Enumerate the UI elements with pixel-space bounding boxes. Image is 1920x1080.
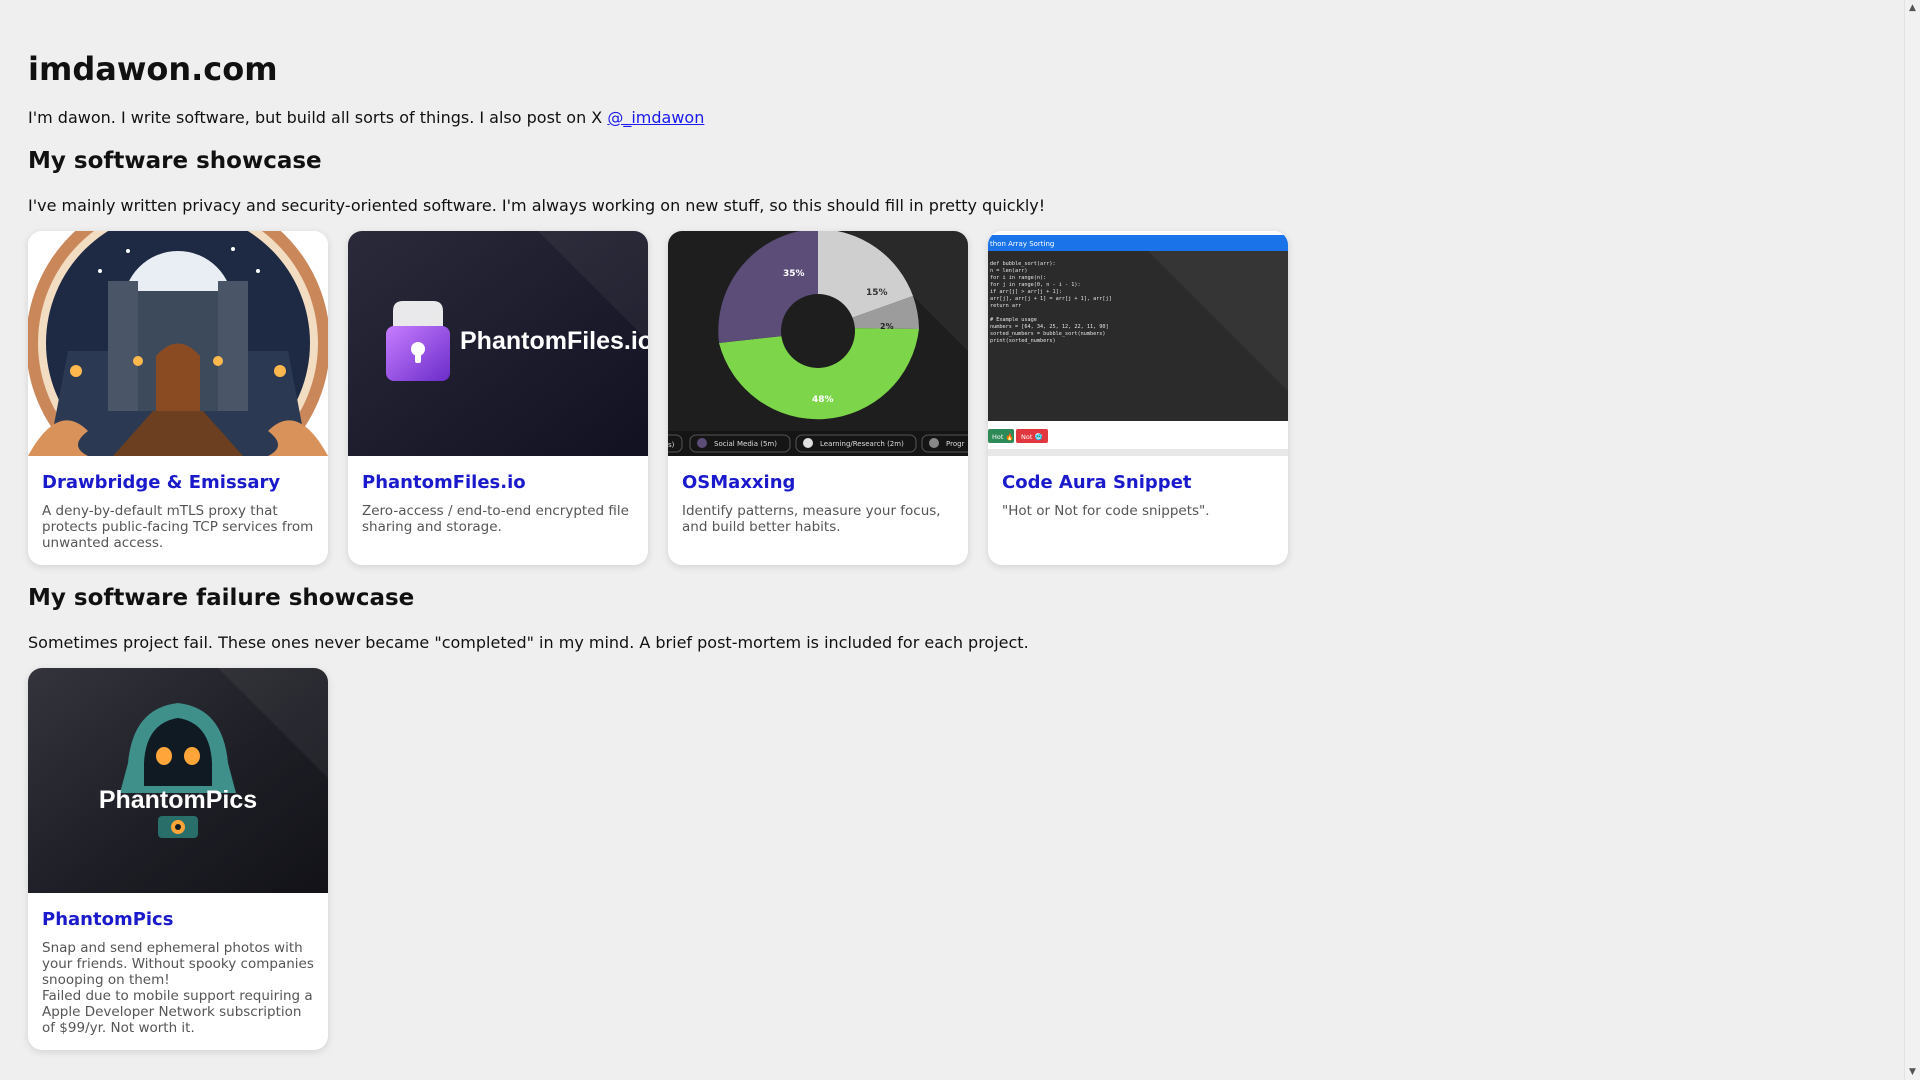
code-line: n = len(arr) (990, 268, 1027, 274)
code-line: if arr[j] > arr[j + 1]: (990, 289, 1062, 295)
chart-label-35: 35% (783, 269, 805, 279)
scroll-down-arrow-icon[interactable]: ▼ (1905, 1064, 1920, 1080)
intro-paragraph: I'm dawon. I write software, but build a… (28, 108, 704, 127)
project-description: Identify patterns, measure your focus, a… (682, 503, 941, 535)
chart-label-15: 15% (866, 288, 888, 298)
code-line: arr[j], arr[j + 1] = arr[j + 1], arr[j] (990, 296, 1112, 302)
code-line: print(sorted_numbers) (990, 338, 1056, 344)
code-line: for i in range(n): (990, 275, 1046, 281)
showcase-description: I've mainly written privacy and security… (28, 196, 1046, 215)
legend-item-2: Learning/Research (2m) (820, 440, 904, 448)
not-button-label: Not 🥶 (1021, 432, 1043, 441)
vertical-scrollbar[interactable]: ▲ ▼ (1904, 0, 1920, 1080)
project-description: "Hot or Not for code snippets". (1002, 503, 1210, 519)
project-description: Zero-access / end-to-end encrypted file … (362, 503, 629, 535)
legend-item-1: Social Media (5m) (714, 440, 777, 448)
code-line: sorted_numbers = bubble_sort(numbers) (990, 331, 1106, 337)
project-title[interactable]: OSMaxxing (682, 472, 954, 493)
intro-text: I'm dawon. I write software, but build a… (28, 108, 608, 127)
x-profile-link[interactable]: @_imdawon (607, 108, 704, 127)
project-card-code-aura[interactable]: thon Array Sorting def bubble_sort(arr):… (988, 231, 1288, 565)
failure-heading: My software failure showcase (28, 585, 415, 611)
project-card-osmaxxing[interactable]: 35% 15% 2% 48% s) Social Media (5m) Lear… (668, 231, 968, 565)
project-title[interactable]: Drawbridge & Emissary (42, 472, 314, 493)
project-title[interactable]: Code Aura Snippet (1002, 472, 1274, 493)
project-description: Snap and send ephemeral photos with your… (42, 940, 314, 1036)
chart-label-2: 2% (880, 322, 894, 331)
code-line: for j in range(0, n - i - 1): (990, 282, 1081, 288)
drawbridge-thumbnail (28, 231, 328, 456)
code-line: def bubble_sort(arr): (990, 261, 1056, 267)
failure-grid: PhantomPics PhantomPics Snap and send ep… (28, 668, 328, 1050)
legend-item-3: Progr (946, 440, 965, 448)
site-title: imdawon.com (28, 50, 278, 88)
project-title[interactable]: PhantomPics (42, 909, 314, 930)
code-line: numbers = [64, 34, 25, 12, 22, 11, 90] (990, 324, 1109, 330)
project-card-drawbridge[interactable]: Drawbridge & Emissary A deny-by-default … (28, 231, 328, 565)
project-title[interactable]: PhantomFiles.io (362, 472, 634, 493)
phantomfiles-logo-text: PhantomFiles.io (460, 327, 648, 355)
phantompics-thumbnail: PhantomPics (28, 668, 328, 893)
project-description: A deny-by-default mTLS proxy that protec… (42, 503, 314, 551)
chart-label-48: 48% (812, 395, 834, 405)
osmaxxing-thumbnail: 35% 15% 2% 48% s) Social Media (5m) Lear… (668, 231, 968, 456)
phantomfiles-thumbnail: PhantomFiles.io (348, 231, 648, 456)
code-line: return arr (990, 303, 1021, 309)
scroll-up-arrow-icon[interactable]: ▲ (1905, 0, 1920, 16)
hot-button-label: Hot 🔥 (992, 433, 1014, 441)
project-card-phantomfiles[interactable]: PhantomFiles.io PhantomFiles.io Zero-acc… (348, 231, 648, 565)
snippet-header: thon Array Sorting (990, 240, 1054, 248)
phantompics-logo-text: PhantomPics (99, 786, 257, 814)
code-aura-thumbnail: thon Array Sorting def bubble_sort(arr):… (988, 231, 1288, 456)
showcase-heading: My software showcase (28, 148, 322, 174)
failure-description: Sometimes project fail. These ones never… (28, 633, 1029, 652)
project-card-phantompics[interactable]: PhantomPics PhantomPics Snap and send ep… (28, 668, 328, 1050)
legend-item-0: s) (668, 441, 675, 449)
showcase-grid: Drawbridge & Emissary A deny-by-default … (28, 231, 1288, 565)
code-line: # Example usage (990, 317, 1037, 323)
